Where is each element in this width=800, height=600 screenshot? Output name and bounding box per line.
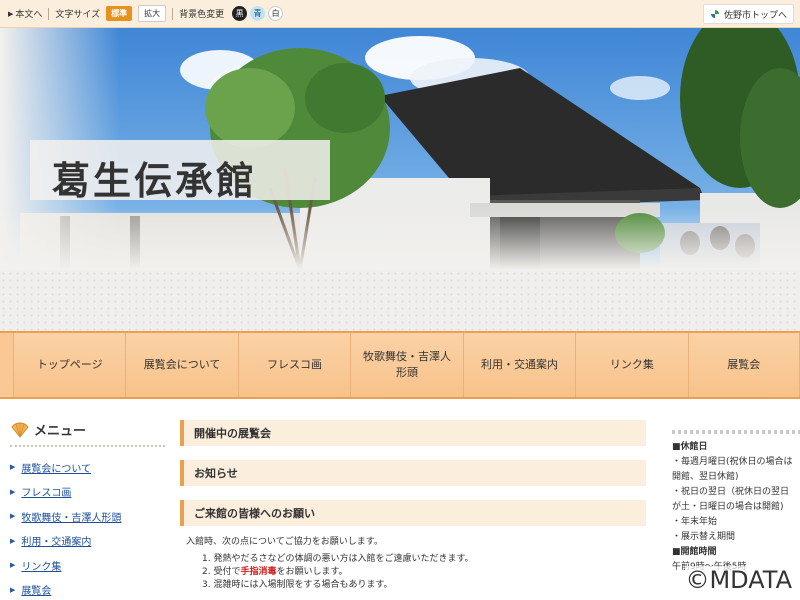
bg-color-label: 背景色変更 xyxy=(179,10,225,20)
side-item-kabuki[interactable]: ▶ 牧歌舞伎・吉澤人形頭 xyxy=(10,504,165,529)
utility-bar: ▶ 本文へ 文字サイズ 標準 拡大 背景色変更 黒 青 白 佐野市トップへ xyxy=(0,0,800,28)
closed-days-line: ・毎週月曜日(祝休日の場合は xyxy=(672,457,793,467)
list-item: 1. 発熱やだるさなどの体調の悪い方は入館をご遠慮いただきます。 xyxy=(202,554,474,564)
triangle-right-icon: ▶ xyxy=(10,561,16,570)
decorative-band xyxy=(0,270,800,332)
opening-hours-heading: ■開館時間 xyxy=(672,547,717,557)
nav-item-kabuki[interactable]: 牧歌舞伎・吉澤人形頭 xyxy=(350,333,463,397)
nav-item-links[interactable]: リンク集 xyxy=(575,333,688,397)
side-item-links[interactable]: ▶ リンク集 xyxy=(10,553,165,578)
section-heading-request: ご来館の皆様へのお願い xyxy=(180,500,646,526)
triangle-right-icon: ▶ xyxy=(10,487,16,496)
dotted-divider xyxy=(672,430,800,434)
triangle-right-icon: ▶ xyxy=(8,9,14,18)
watermark: ©MDATA xyxy=(685,566,792,594)
triangle-right-icon: ▶ xyxy=(10,585,16,594)
side-item-fresco[interactable]: ▶ フレスコ画 xyxy=(10,480,165,505)
highlight-text: 手指消毒 xyxy=(240,567,277,577)
nav-item-exhibitions[interactable]: 展覧会 xyxy=(687,333,800,397)
fan-icon xyxy=(11,422,29,438)
closed-days-line: ・年末年始 xyxy=(672,517,718,527)
sano-city-logo-icon xyxy=(710,10,719,18)
closed-days-line: 開館、翌日休館) xyxy=(672,472,739,482)
request-intro: 入館時、次の点についてご協力をお願いします。 xyxy=(186,537,383,547)
triangle-right-icon: ▶ xyxy=(10,512,16,521)
nav-item-fresco[interactable]: フレスコ画 xyxy=(237,333,351,397)
museum-building-photo xyxy=(0,28,800,270)
side-menu-list: ▶ 展覧会について ▶ フレスコ画 ▶ 牧歌舞伎・吉澤人形頭 ▶ 利用・交通案内 ▶ リン… xyxy=(10,455,165,600)
list-item: 2. 受付で手指消毒をお願いします。 xyxy=(202,567,348,577)
side-item-exhibitions[interactable]: ▶ 展覧会 xyxy=(10,578,165,600)
closed-days-line: が土・日曜日の場合は開館) xyxy=(672,502,784,512)
triangle-right-icon: ▶ xyxy=(10,536,16,545)
skip-to-content-link[interactable]: ▶ 本文へ xyxy=(8,7,42,21)
hero-banner: 葛生伝承館 xyxy=(0,28,800,270)
closed-days-heading: ■休館日 xyxy=(672,442,708,452)
side-menu-heading: メニュー xyxy=(10,420,165,447)
nav-item-about-exhibition[interactable]: 展覧会について xyxy=(125,333,238,397)
triangle-right-icon: ▶ xyxy=(10,463,16,472)
main-content: 開催中の展覧会 お知らせ ご来館の皆様へのお願い 入館時、次の点についてご協力を… xyxy=(180,420,646,592)
section-heading-current-exhibition: 開催中の展覧会 xyxy=(180,420,646,446)
city-top-link[interactable]: 佐野市トップへ xyxy=(702,4,794,24)
request-list: 1. 発熱やだるさなどの体調の悪い方は入館をご遠慮いただきます。 2. 受付で手… xyxy=(180,553,646,592)
font-large-button[interactable]: 拡大 xyxy=(138,5,167,22)
closed-days-line: ・展示替え期間 xyxy=(672,532,736,542)
page-title: 葛生伝承館 xyxy=(52,158,258,203)
bg-white-button[interactable]: 白 xyxy=(268,6,284,21)
divider xyxy=(172,7,174,20)
side-menu: メニュー ▶ 展覧会について ▶ フレスコ画 ▶ 牧歌舞伎・吉澤人形頭 ▶ 利用・交通案… xyxy=(10,420,165,600)
info-panel: ■休館日 ・毎週月曜日(祝休日の場合は 開館、翌日休館) ・祝日の翌日（祝休日の… xyxy=(672,430,800,575)
closed-days-line: ・祝日の翌日（祝休日の翌日 xyxy=(672,487,790,497)
bg-black-button[interactable]: 黒 xyxy=(232,6,248,21)
global-nav: トップページ 展覧会について フレスコ画 牧歌舞伎・吉澤人形頭 利用・交通案内 … xyxy=(0,331,800,399)
divider xyxy=(48,7,50,20)
nav-item-top[interactable]: トップページ xyxy=(13,333,126,397)
font-standard-button[interactable]: 標準 xyxy=(106,6,133,21)
list-item: 3. 混雑時には入場制限をする場合もあります。 xyxy=(202,580,393,590)
bg-blue-button[interactable]: 青 xyxy=(250,6,266,21)
side-item-about-exhibition[interactable]: ▶ 展覧会について xyxy=(10,455,165,480)
section-heading-news: お知らせ xyxy=(180,460,646,486)
nav-item-access[interactable]: 利用・交通案内 xyxy=(462,333,576,397)
font-size-label: 文字サイズ xyxy=(55,10,101,20)
side-item-access[interactable]: ▶ 利用・交通案内 xyxy=(10,529,165,554)
